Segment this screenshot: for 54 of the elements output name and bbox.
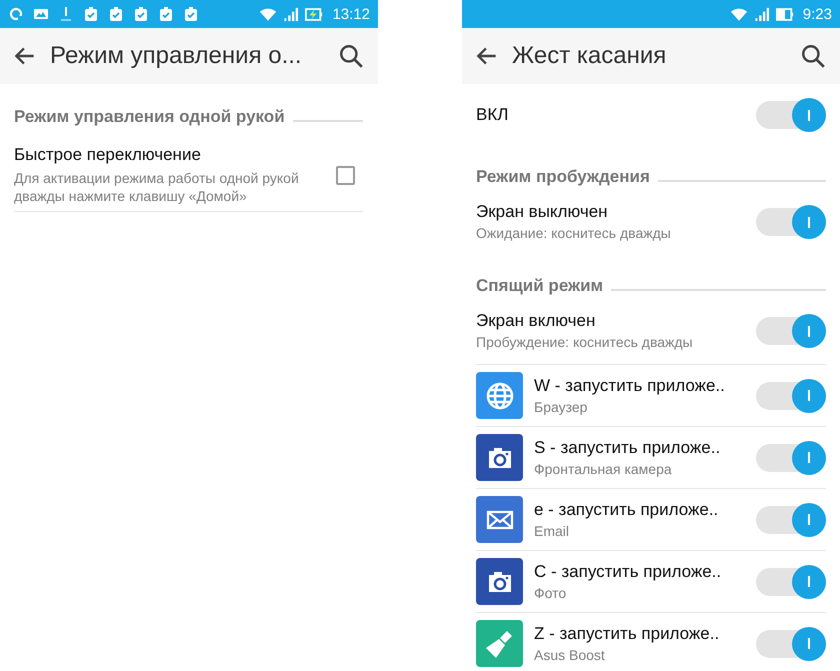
clipboard-check-icon [108,6,124,22]
image-icon [33,6,49,22]
toggle-switch[interactable] [756,382,826,410]
setting-summary: Для активации режима работы одной рукой дважды нажмите клавишу «Домой» [14,169,300,205]
download-icon [58,6,74,22]
clock-time: 9:23 [802,6,832,22]
search-icon[interactable] [338,43,364,69]
setting-title: Z - запустить приложе.. [534,624,720,644]
setting-summary: Фото [534,584,568,602]
section-header: Спящий режим [476,276,604,296]
setting-title: ВКЛ [476,105,510,125]
setting-summary: Email [534,522,570,540]
setting-title: e - запустить приложе.. [534,500,720,520]
clock-time: 13:12 [332,6,370,22]
toggle-switch[interactable] [756,568,826,596]
toggle-switch[interactable] [756,317,826,345]
screen-title: Режим управления о... [50,42,303,70]
signal-icon [752,6,771,22]
signal-icon [282,6,300,22]
screen-title: Жест касания [512,42,668,70]
toggle-switch[interactable] [756,506,826,534]
setting-title: C - запустить приложе.. [534,562,722,582]
globe-app-icon [476,372,523,419]
setting-summary: Фронтальная камера [534,460,673,478]
clipboard-check-icon [83,6,99,22]
setting-summary: Браузер [534,398,588,416]
setting-title: Быстрое переключение [14,145,202,165]
setting-summary: Asus Boost [534,646,606,664]
wifi-icon [259,6,278,22]
battery-icon [776,6,794,22]
setting-title: W - запустить приложе.. [534,376,726,396]
camera-app-icon [476,558,523,605]
toggle-switch[interactable] [756,444,826,472]
broom-app-icon [476,620,523,667]
sync-icon [8,6,24,22]
setting-summary: Пробуждение: коснитесь дважды [476,333,694,351]
toggle-switch[interactable] [756,101,826,129]
search-icon[interactable] [800,43,826,69]
setting-summary: Ожидание: коснитесь дважды [476,224,672,242]
setting-title: Экран выключен [476,202,609,222]
clipboard-check-icon [133,6,149,22]
wifi-icon [730,6,748,22]
section-header: Режим управления одной рукой [14,107,285,127]
checkbox[interactable] [336,166,355,184]
clipboard-check-icon [183,6,199,22]
battery-charging-icon [305,6,324,22]
camera-app-icon [476,434,523,481]
toggle-switch[interactable] [756,208,826,236]
clipboard-check-icon [158,6,174,22]
setting-title: S - запустить приложе.. [534,438,722,458]
setting-title: Экран включен [476,311,596,331]
section-header: Режим пробуждения [476,167,650,187]
toggle-switch[interactable] [756,630,826,658]
mail-app-icon [476,496,523,543]
